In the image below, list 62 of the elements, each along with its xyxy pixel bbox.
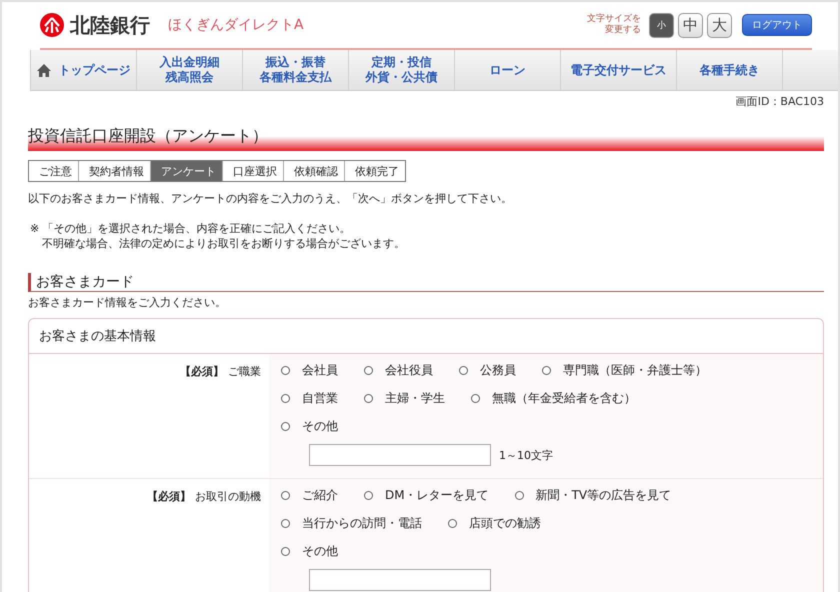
nav-menu-item[interactable]: 入出金明細 残高照会: [136, 50, 242, 90]
nav-menu-item[interactable]: 各種手続き: [676, 50, 782, 90]
progress-step: アンケート: [151, 161, 223, 181]
note-text: ※ 「その他」を選択された場合、内容を正確にご記入ください。: [30, 221, 352, 236]
radio-button[interactable]: [281, 394, 290, 402]
radio-option[interactable]: 店頭での勧誘: [448, 514, 541, 532]
radio-button[interactable]: [281, 366, 290, 374]
radio-option[interactable]: 自営業: [281, 390, 338, 406]
nav-menu-item[interactable]: トップページ: [30, 50, 136, 90]
logout-button[interactable]: ログアウト: [742, 14, 812, 36]
radio-option[interactable]: DM・レターを見て: [364, 486, 489, 504]
radio-option[interactable]: その他: [281, 418, 338, 434]
length-hint: 1～10文字: [499, 448, 553, 462]
radio-button[interactable]: [542, 366, 551, 374]
bank-name: 北陸銀行: [70, 12, 150, 38]
screen-id: 画面ID：BAC103: [734, 94, 824, 110]
radio-option[interactable]: 公務員: [459, 362, 516, 378]
radio-button[interactable]: [364, 366, 373, 374]
required-label: 【必須】: [180, 365, 224, 378]
progress-step: 依頼確認: [284, 161, 345, 181]
nav-menu-item[interactable]: 定期・投信 外貨・公共債: [348, 50, 454, 90]
radio-option[interactable]: 当行からの訪問・電話: [281, 514, 422, 532]
bank-logo-icon: [40, 13, 64, 37]
radio-button[interactable]: [281, 490, 290, 500]
radio-button[interactable]: [281, 422, 290, 430]
radio-button[interactable]: [364, 394, 373, 402]
field-label: お取引の動機: [195, 490, 261, 503]
radio-option[interactable]: 会社員: [281, 362, 338, 378]
progress-step: 口座選択: [223, 161, 284, 181]
radio-option[interactable]: ご紹介: [281, 486, 338, 504]
intro-text: 以下のお客さまカード情報、アンケートの内容をご入力のうえ、「次へ」ボタンを押して下さい。: [28, 191, 513, 206]
radio-option[interactable]: 新聞・TV等の広告を見て: [514, 486, 672, 504]
nav-menu-item[interactable]: 振込・振替 各種料金支払: [242, 50, 348, 90]
radio-button[interactable]: [364, 490, 373, 500]
field-label: ご職業: [228, 365, 261, 378]
section-heading: お客さまカード: [28, 273, 824, 292]
radio-option[interactable]: 専門職（医師・弁護士等）: [542, 362, 707, 378]
progress-step: 依頼完了: [345, 161, 405, 181]
font-size-button[interactable]: 小: [649, 12, 674, 38]
radio-option[interactable]: その他: [281, 542, 338, 560]
other-input-field[interactable]: [309, 569, 491, 591]
note-text: 不明確な場合、法律の定めによりお取引をお断りする場合がございます。: [41, 236, 406, 251]
progress-step: ご注意: [29, 161, 79, 181]
section-description: お客さまカード情報をご入力ください。: [28, 295, 227, 310]
font-size-label: 文字サイズを 変更する: [587, 14, 641, 36]
required-label: 【必須】: [147, 490, 191, 503]
radio-button[interactable]: [514, 490, 524, 500]
font-size-button[interactable]: 大: [707, 12, 732, 38]
radio-button[interactable]: [281, 518, 290, 528]
nav-menu-item[interactable]: ローン: [454, 50, 560, 90]
service-name: ほくぎんダイレクトA: [168, 16, 304, 34]
nav-menu-item[interactable]: 電子交付サービス: [560, 50, 676, 90]
radio-button[interactable]: [281, 546, 290, 556]
font-size-button[interactable]: 中: [678, 12, 703, 38]
radio-option[interactable]: 主婦・学生: [364, 390, 445, 406]
other-input-field[interactable]: [309, 444, 491, 466]
radio-option[interactable]: 無職（年金受給者を含む）: [471, 390, 636, 406]
radio-button[interactable]: [471, 394, 480, 402]
home-icon: [36, 64, 50, 76]
radio-button[interactable]: [448, 518, 457, 528]
radio-button[interactable]: [459, 366, 468, 374]
radio-option[interactable]: 会社役員: [364, 362, 433, 378]
